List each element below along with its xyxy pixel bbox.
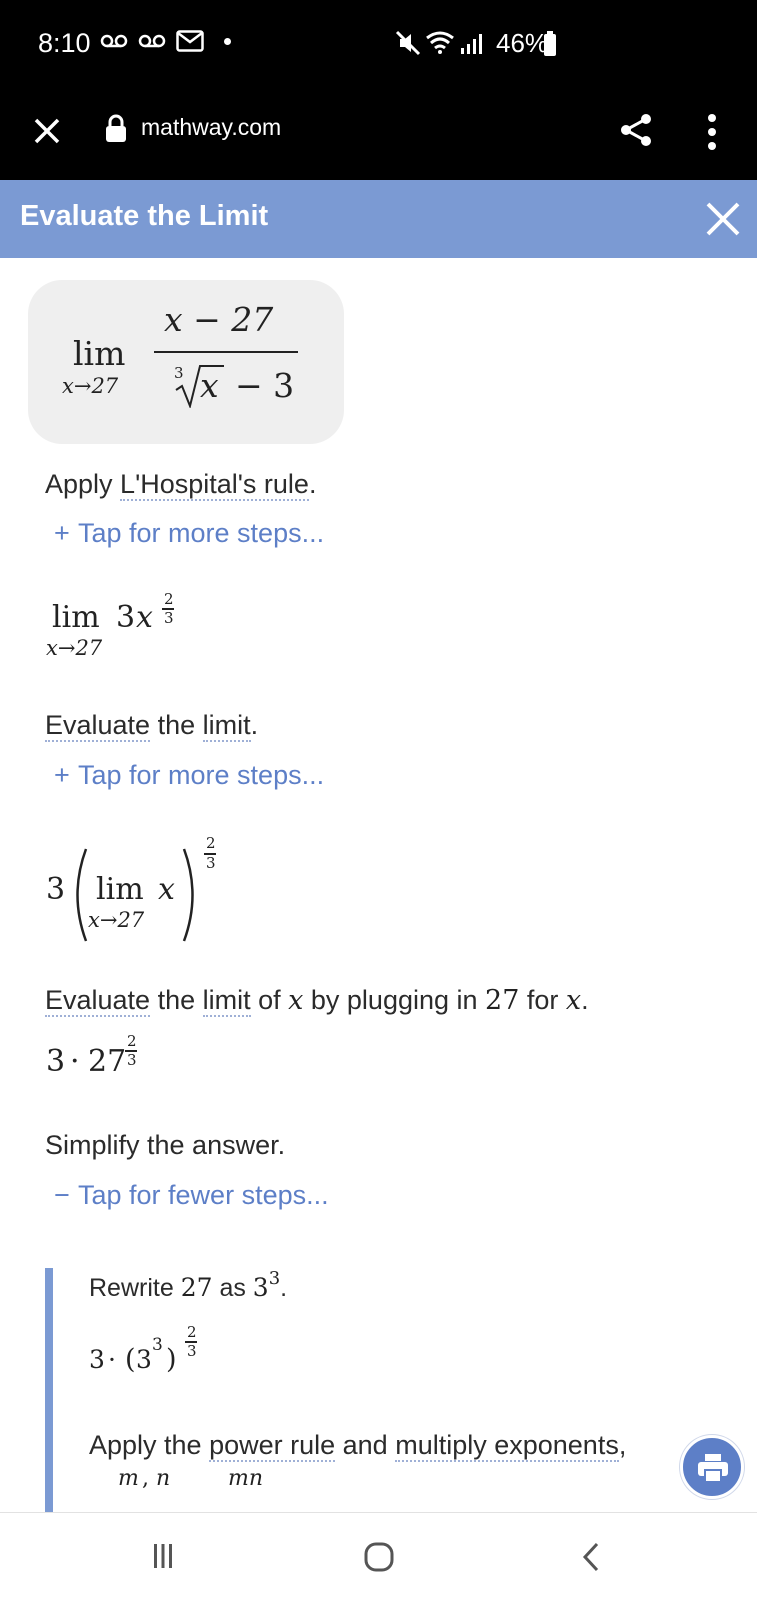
status-time: 8:10 [38, 28, 91, 58]
fraction-bar [154, 351, 298, 353]
exp-den: 3 [164, 609, 174, 627]
substep-1-text: Rewrite 27 as 33. [89, 1268, 288, 1302]
lim-subscript: x→27 [88, 908, 145, 932]
denominator-var: x [200, 366, 219, 405]
recent-apps-icon[interactable] [152, 1543, 174, 1569]
battery-icon [544, 31, 556, 56]
step-2-text: Evaluate the limit. [45, 710, 259, 742]
lhospital-rule-link[interactable]: L'Hospital's rule [120, 469, 309, 501]
close-tab-icon[interactable] [30, 114, 64, 148]
left-paren: ( [125, 1344, 136, 1375]
lim-subscript: x→27 [62, 374, 119, 398]
step-3-text: Evaluate the limit of x by plugging in 2… [45, 985, 589, 1017]
print-button[interactable] [680, 1435, 744, 1499]
substeps-indicator [45, 1268, 53, 1512]
exp-num: 2 [164, 590, 174, 608]
tap-fewer-steps[interactable]: − Tap for fewer steps... [54, 1180, 329, 1211]
exp-den: 3 [127, 1051, 137, 1069]
home-icon[interactable] [363, 1541, 395, 1573]
plus-icon: + [54, 518, 70, 548]
right-paren [182, 848, 194, 942]
coef: 3 [46, 1044, 66, 1079]
printer-icon [698, 1454, 728, 1483]
lim-word: lim [96, 872, 144, 907]
exp-num: 2 [187, 1323, 197, 1341]
substep-2-partial-formula: m , n mn [118, 1466, 264, 1491]
substep-2-text: Apply the power rule and multiply expone… [89, 1430, 627, 1462]
inner-base: 3 [136, 1345, 152, 1374]
denominator-rest: − 3 [235, 366, 295, 405]
notification-icons [100, 30, 231, 52]
multiply-exponents-link[interactable]: multiply exponents [395, 1430, 619, 1462]
status-bar: 8:10 46% [0, 0, 757, 92]
var: x [158, 872, 175, 907]
coef: 3 [46, 872, 66, 907]
lim-subscript: x→27 [46, 636, 103, 660]
plus-icon: + [54, 760, 70, 790]
exp-den: 3 [206, 854, 216, 872]
inner-exp: 3 [152, 1335, 163, 1355]
page-title: Evaluate the Limit [20, 200, 269, 232]
limit-link[interactable]: limit [202, 710, 251, 742]
tap-more-steps-2[interactable]: + Tap for more steps... [54, 760, 324, 791]
coef: 3 [116, 600, 136, 635]
dot: · [70, 1044, 80, 1079]
coef: 3 [89, 1345, 105, 1374]
exp-num: 2 [127, 1032, 137, 1050]
step-4-text: Simplify the answer. [45, 1130, 286, 1160]
base: 27 [88, 1044, 127, 1079]
back-icon[interactable] [580, 1541, 602, 1573]
evaluate-link[interactable]: Evaluate [45, 710, 151, 742]
signal-icon [461, 34, 482, 54]
voicemail-icon [100, 34, 128, 48]
share-icon[interactable] [618, 112, 654, 148]
numerator: x − 27 [164, 300, 274, 339]
exp-num: 2 [206, 834, 216, 852]
wifi-icon [426, 31, 454, 54]
url-text[interactable]: mathway.com [141, 114, 281, 141]
battery-percent: 46% [496, 28, 549, 58]
tap-more-steps-1[interactable]: + Tap for more steps... [54, 518, 324, 549]
more-options-icon[interactable] [706, 112, 718, 152]
browser-toolbar: mathway.com [0, 92, 757, 180]
close-icon[interactable] [704, 200, 742, 238]
dot: · [108, 1345, 116, 1374]
system-navigation-bar [0, 1512, 757, 1600]
lim-word: lim [52, 600, 100, 635]
page-header: Evaluate the Limit [0, 180, 757, 258]
power-rule-link[interactable]: power rule [209, 1430, 336, 1462]
evaluate-link[interactable]: Evaluate [45, 985, 151, 1017]
limit-link[interactable]: limit [202, 985, 251, 1017]
lim-word: lim [73, 334, 126, 373]
exp-den: 3 [187, 1342, 197, 1360]
voicemail-icon [138, 34, 166, 48]
notification-dot-icon [224, 37, 231, 45]
lock-icon [106, 114, 126, 142]
problem-expression: lim x→27 x − 27 3 x − 3 [28, 280, 344, 444]
mail-check-icon [176, 30, 204, 52]
minus-icon: − [54, 1180, 70, 1210]
step-1-text: Apply L'Hospital's rule. [45, 469, 317, 501]
mute-icon [395, 30, 421, 56]
right-paren: ) [166, 1344, 177, 1375]
var: x [136, 600, 153, 635]
left-paren [76, 848, 88, 942]
